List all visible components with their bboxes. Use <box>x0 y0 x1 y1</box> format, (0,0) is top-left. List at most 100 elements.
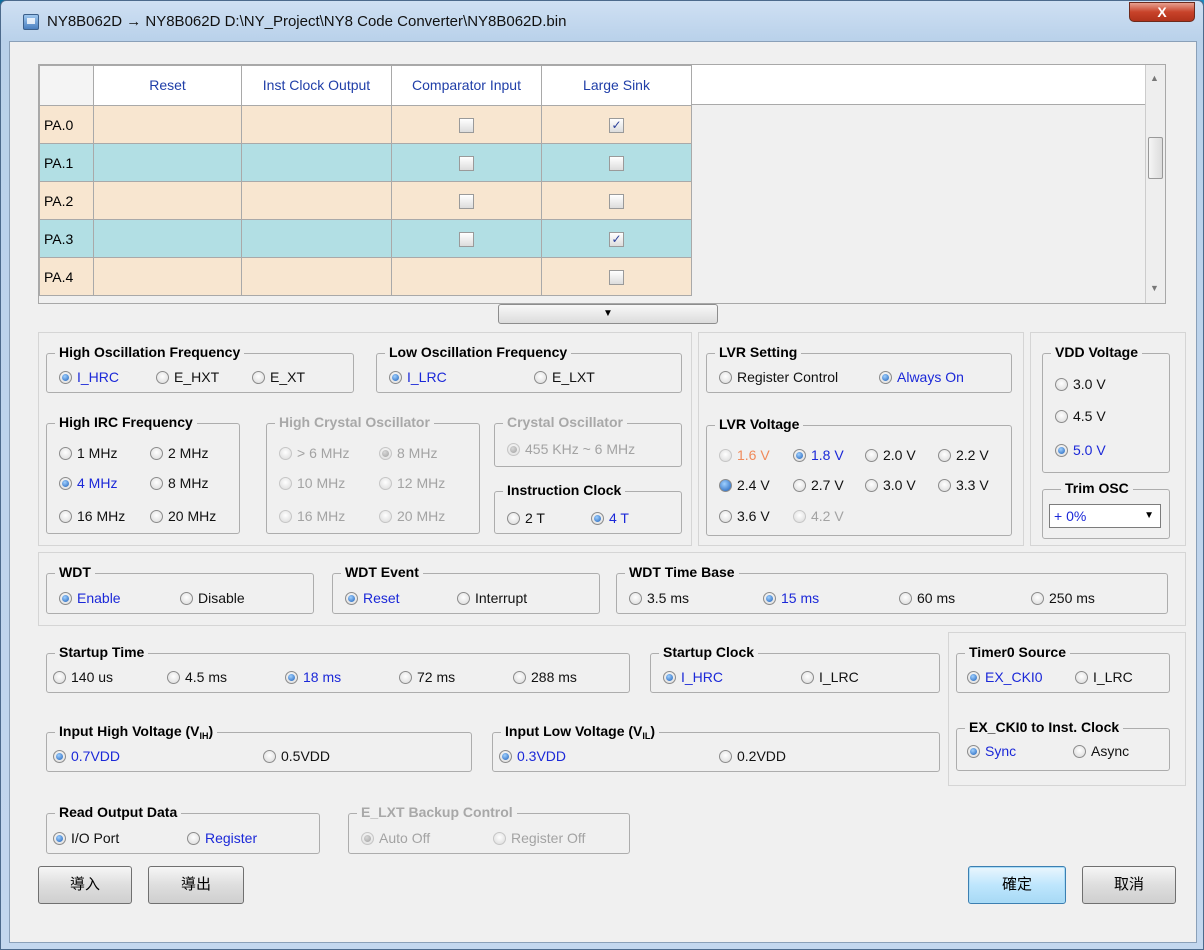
table-row[interactable]: PA.0 ✓ <box>39 105 692 144</box>
radio-register[interactable]: Register <box>187 830 257 846</box>
radio-i-lrc[interactable]: I_LRC <box>389 369 447 385</box>
scrollbar-thumb[interactable] <box>1148 137 1163 179</box>
radio-4mhz[interactable]: 4 MHz <box>59 475 117 491</box>
checkbox-unchecked[interactable] <box>459 117 474 133</box>
title-bar[interactable]: NY8B062D → NY8B062D D:\NY_Project\NY8 Co… <box>1 1 1203 41</box>
radio-lvr-3-3v[interactable]: 3.3 V <box>938 477 989 493</box>
cell-comparator-input[interactable] <box>391 105 542 144</box>
cell-large-sink[interactable] <box>541 181 692 220</box>
export-button[interactable]: 導出 <box>148 866 244 904</box>
radio-tb-250ms[interactable]: 250 ms <box>1031 590 1095 606</box>
scroll-up-icon[interactable]: ▲ <box>1150 73 1159 83</box>
radio-4t[interactable]: 4 T <box>591 510 629 526</box>
expand-grid-button[interactable]: ▼ <box>498 304 718 324</box>
checkbox-unchecked[interactable] <box>459 193 474 209</box>
checkbox-unchecked[interactable] <box>609 155 624 171</box>
radio-wdt-interrupt[interactable]: Interrupt <box>457 590 527 606</box>
radio-wdt-disable[interactable]: Disable <box>180 590 245 606</box>
trim-osc-select[interactable]: + 0% ▼ <box>1049 504 1161 528</box>
radio-lvr-2-4v[interactable]: 2.4 V <box>719 477 770 493</box>
row-label: PA.3 <box>39 219 94 258</box>
radio-io-port[interactable]: I/O Port <box>53 830 119 846</box>
radio-tb-60ms[interactable]: 60 ms <box>899 590 955 606</box>
radio-8mhz[interactable]: 8 MHz <box>150 475 208 491</box>
grid-scrollbar[interactable]: ▲ ▼ <box>1145 65 1165 303</box>
radio-vdd-4-5v[interactable]: 4.5 V <box>1055 408 1106 424</box>
radio-vil-0-3vdd[interactable]: 0.3VDD <box>499 748 566 764</box>
group-vdd-voltage: VDD Voltage 3.0 V 4.5 V 5.0 V <box>1042 344 1170 473</box>
group-high-osc-freq: High Oscillation Frequency I_HRC E_HXT E… <box>46 344 354 393</box>
radio-tb-3-5ms[interactable]: 3.5 ms <box>629 590 689 606</box>
radio-16mhz[interactable]: 16 MHz <box>59 508 125 524</box>
ok-button[interactable]: 確定 <box>968 866 1066 904</box>
radio-xtal-16mhz: 16 MHz <box>279 508 345 524</box>
checkbox-unchecked[interactable] <box>609 193 624 209</box>
radio-startup-18ms[interactable]: 18 ms <box>285 669 341 685</box>
checkbox-unchecked[interactable] <box>609 269 624 285</box>
checkbox-unchecked[interactable] <box>459 155 474 171</box>
radio-1mhz[interactable]: 1 MHz <box>59 445 117 461</box>
close-button[interactable]: X <box>1129 2 1195 22</box>
group-wdt: WDT Enable Disable <box>46 564 314 614</box>
radio-tb-15ms[interactable]: 15 ms <box>763 590 819 606</box>
table-row[interactable]: PA.4 <box>39 257 692 296</box>
radio-sync[interactable]: Sync <box>967 743 1016 759</box>
cell-comparator-input[interactable] <box>391 181 542 220</box>
radio-e-hxt[interactable]: E_HXT <box>156 369 219 385</box>
table-row[interactable]: PA.1 <box>39 143 692 182</box>
radio-455khz: 455 KHz ~ 6 MHz <box>507 441 635 457</box>
radio-register-control[interactable]: Register Control <box>719 369 838 385</box>
cell-comparator-input[interactable] <box>391 257 542 296</box>
cell-large-sink[interactable]: ✓ <box>541 219 692 258</box>
table-row[interactable]: PA.3 ✓ <box>39 219 692 258</box>
radio-lvr-2-0v[interactable]: 2.0 V <box>865 447 916 463</box>
radio-t0-ex-cki0[interactable]: EX_CKI0 <box>967 669 1043 685</box>
radio-wdt-enable[interactable]: Enable <box>59 590 121 606</box>
radio-20mhz[interactable]: 20 MHz <box>150 508 216 524</box>
radio-lvr-3-0v[interactable]: 3.0 V <box>865 477 916 493</box>
radio-lvr-1-8v[interactable]: 1.8 V <box>793 447 844 463</box>
group-caption: High Crystal Oscillator <box>275 414 434 431</box>
radio-sclk-i-hrc[interactable]: I_HRC <box>663 669 723 685</box>
radio-startup-288ms[interactable]: 288 ms <box>513 669 577 685</box>
dialog-client: Reset Inst Clock Output Comparator Input… <box>9 41 1197 943</box>
radio-lvr-4-2v: 4.2 V <box>793 508 844 524</box>
radio-vih-0-5vdd[interactable]: 0.5VDD <box>263 748 330 764</box>
radio-startup-4-5ms[interactable]: 4.5 ms <box>167 669 227 685</box>
dialog-window: NY8B062D → NY8B062D D:\NY_Project\NY8 Co… <box>0 0 1204 950</box>
radio-2t[interactable]: 2 T <box>507 510 545 526</box>
cell-comparator-input[interactable] <box>391 219 542 258</box>
radio-i-hrc[interactable]: I_HRC <box>59 369 119 385</box>
radio-vdd-5-0v[interactable]: 5.0 V <box>1055 442 1106 458</box>
scroll-down-icon[interactable]: ▼ <box>1150 283 1159 293</box>
app-icon <box>23 14 39 30</box>
radio-startup-140us[interactable]: 140 us <box>53 669 113 685</box>
radio-vdd-3-0v[interactable]: 3.0 V <box>1055 376 1106 392</box>
radio-lvr-2-7v[interactable]: 2.7 V <box>793 477 844 493</box>
cell-large-sink[interactable]: ✓ <box>541 105 692 144</box>
radio-2mhz[interactable]: 2 MHz <box>150 445 208 461</box>
radio-wdt-reset[interactable]: Reset <box>345 590 400 606</box>
cancel-button[interactable]: 取消 <box>1082 866 1176 904</box>
cell-large-sink[interactable] <box>541 257 692 296</box>
checkbox-checked[interactable]: ✓ <box>609 231 624 247</box>
radio-lvr-2-2v[interactable]: 2.2 V <box>938 447 989 463</box>
radio-lvr-3-6v[interactable]: 3.6 V <box>719 508 770 524</box>
radio-t0-i-lrc[interactable]: I_LRC <box>1075 669 1133 685</box>
radio-vil-0-2vdd[interactable]: 0.2VDD <box>719 748 786 764</box>
checkbox-checked[interactable]: ✓ <box>609 117 624 133</box>
import-button[interactable]: 導入 <box>38 866 132 904</box>
radio-vih-0-7vdd[interactable]: 0.7VDD <box>53 748 120 764</box>
radio-sclk-i-lrc[interactable]: I_LRC <box>801 669 859 685</box>
checkbox-unchecked[interactable] <box>459 231 474 247</box>
cell-comparator-input[interactable] <box>391 143 542 182</box>
col-comparator-input: Comparator Input <box>391 65 542 106</box>
cell-reset <box>93 181 242 220</box>
radio-async[interactable]: Async <box>1073 743 1129 759</box>
radio-always-on[interactable]: Always On <box>879 369 964 385</box>
cell-large-sink[interactable] <box>541 143 692 182</box>
radio-e-lxt[interactable]: E_LXT <box>534 369 595 385</box>
radio-e-xt[interactable]: E_XT <box>252 369 305 385</box>
table-row[interactable]: PA.2 <box>39 181 692 220</box>
radio-startup-72ms[interactable]: 72 ms <box>399 669 455 685</box>
